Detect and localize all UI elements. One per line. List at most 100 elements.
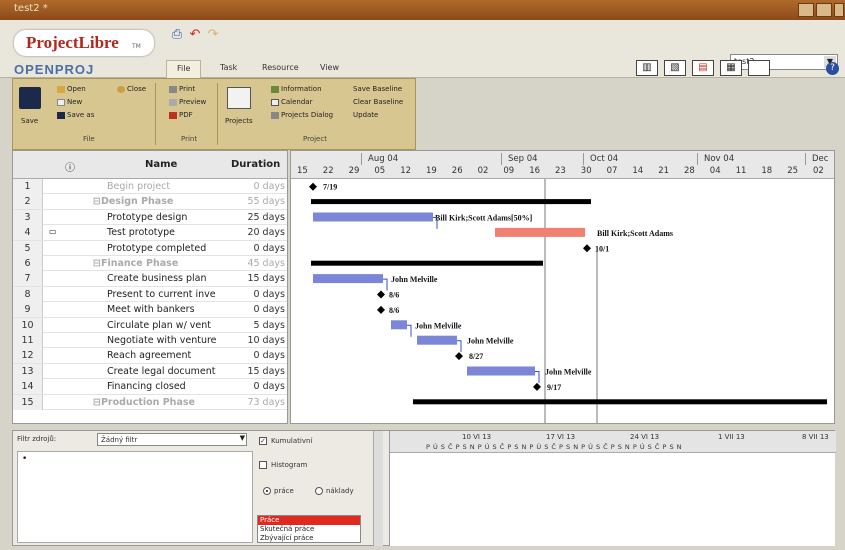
print-button[interactable]: Print [169, 85, 195, 93]
task-duration[interactable]: 0 days [227, 302, 286, 317]
milestone-diamond[interactable] [455, 352, 463, 361]
row-number[interactable]: 14 [13, 379, 43, 395]
undo-icon[interactable]: ↶ [188, 28, 202, 42]
save-as-button[interactable]: Save as [57, 111, 94, 119]
task-name[interactable]: Meet with bankers [93, 302, 223, 317]
table-row[interactable]: 11 Negotiate with venture 10 days [13, 333, 287, 349]
task-name[interactable]: Negotiate with venture [93, 333, 223, 348]
task-name[interactable]: ⊟Finance Phase [93, 256, 223, 271]
table-row[interactable]: 7 Create business plan 15 days [13, 271, 287, 287]
tab-file[interactable]: File [166, 60, 202, 78]
projects-icon[interactable] [227, 87, 251, 109]
task-name[interactable]: Test prototype [93, 225, 223, 240]
blank-view-icon[interactable] [748, 60, 770, 76]
task-bar[interactable] [313, 212, 433, 222]
list-item[interactable]: Zbývající práce [258, 534, 360, 542]
table-row[interactable]: 4 ▭ Test prototype 20 days [13, 225, 287, 241]
maximize-button[interactable] [816, 3, 832, 17]
row-number[interactable]: 11 [13, 333, 43, 348]
row-number[interactable]: 2 [13, 194, 43, 210]
task-name[interactable]: Create business plan [93, 271, 223, 286]
table-row[interactable]: 1 Begin project 0 days [13, 179, 287, 195]
panel-scrollbar[interactable] [373, 431, 383, 546]
new-button[interactable]: New [57, 98, 82, 106]
summary-bar[interactable] [311, 260, 543, 266]
row-number[interactable]: 7 [13, 271, 43, 287]
task-duration[interactable]: 20 days [227, 225, 285, 240]
row-number[interactable]: 4 [13, 225, 43, 241]
summary-bar[interactable] [413, 399, 827, 405]
histogram-view-icon[interactable]: ▥ [636, 60, 658, 76]
save-disk-icon[interactable] [19, 87, 41, 109]
pdf-button[interactable]: PDF [169, 111, 193, 119]
task-name[interactable]: Financing closed [93, 379, 223, 394]
table-row[interactable]: 10 Circulate plan w/ vent 5 days [13, 317, 287, 333]
chevron-down-icon[interactable]: ▼ [240, 434, 245, 442]
table-row[interactable]: 13 Create legal document 15 days [13, 363, 287, 380]
table-row[interactable]: 6 ⊟Finance Phase 45 days [13, 256, 287, 272]
task-duration[interactable]: 5 days [227, 318, 286, 333]
table-row[interactable]: 12 Reach agreement 0 days [13, 348, 287, 364]
task-duration[interactable]: 25 days [227, 210, 285, 225]
task-bar[interactable] [313, 274, 383, 284]
milestone-diamond[interactable] [377, 290, 385, 299]
project-select[interactable]: test2 ▼ [730, 54, 838, 70]
table-row[interactable]: 3 Prototype design 25 days [13, 209, 287, 226]
milestone-diamond[interactable] [377, 305, 385, 314]
summary-bar[interactable] [311, 199, 591, 205]
task-bar[interactable] [495, 227, 585, 237]
save-quick-icon[interactable]: ⎙ [170, 28, 184, 42]
task-duration[interactable]: 0 days [227, 179, 286, 194]
tab-task[interactable]: Task [210, 60, 247, 78]
task-duration[interactable]: 10 days [227, 333, 285, 348]
milestone-diamond[interactable] [583, 244, 591, 253]
field-list[interactable]: Práce Skutečná práce Zbývající práce [257, 515, 361, 543]
histogram-checkbox[interactable]: Histogram [259, 461, 307, 469]
table-row[interactable]: 14 Financing closed 0 days [13, 379, 287, 395]
task-duration[interactable]: 15 days [227, 271, 285, 286]
kumulativni-checkbox[interactable]: ✓ Kumulativní [259, 437, 312, 445]
filter-select[interactable]: Žádný filtr ▼ [97, 433, 247, 446]
row-number[interactable]: 9 [13, 302, 43, 318]
task-name[interactable]: ⊟Design Phase [93, 194, 223, 209]
update-button[interactable]: Update [353, 111, 378, 119]
task-bar[interactable] [417, 335, 457, 345]
task-duration[interactable]: 45 days [227, 256, 285, 271]
resource-list[interactable]: • [17, 451, 253, 543]
note-icon[interactable]: ▭ [49, 227, 57, 236]
clear-baseline-button[interactable]: Clear Baseline [353, 98, 403, 106]
task-name[interactable]: Reach agreement [93, 348, 223, 363]
table-row[interactable]: 15 ⊟Production Phase 73 days [13, 394, 287, 410]
task-name[interactable]: Create legal document [93, 364, 223, 379]
naklady-radio[interactable]: náklady [315, 487, 354, 495]
task-name[interactable]: Begin project [93, 179, 223, 194]
task-duration[interactable]: 0 days [227, 241, 286, 256]
list-item[interactable]: Práce [258, 516, 360, 525]
name-column-header[interactable]: Name [145, 159, 177, 170]
row-number[interactable]: 8 [13, 286, 43, 302]
row-number[interactable]: 15 [13, 394, 43, 410]
row-number[interactable]: 10 [13, 317, 43, 333]
projects-button[interactable]: Projects [225, 117, 253, 125]
duration-column-header[interactable]: Duration [231, 159, 280, 170]
row-number[interactable]: 3 [13, 209, 43, 225]
info-column-header[interactable]: ⓘ [65, 159, 75, 174]
row-number[interactable]: 1 [13, 179, 43, 194]
task-duration[interactable]: 0 days [227, 287, 286, 302]
redo-icon[interactable]: ↷ [206, 28, 220, 42]
task-name[interactable]: Prototype design [93, 210, 223, 225]
table-row[interactable]: 2 ⊟Design Phase 55 days [13, 194, 287, 210]
task-name[interactable]: Present to current inve [93, 287, 223, 302]
table-row[interactable]: 8 Present to current inve 0 days [13, 286, 287, 303]
tab-view[interactable]: View [310, 60, 349, 78]
task-bar[interactable] [391, 320, 407, 330]
gantt-canvas[interactable]: 7/19 Bill Kirk;Scott Adams[50%] Bill Kirk;… [291, 179, 835, 424]
close-window-button[interactable] [834, 3, 844, 17]
milestone-diamond[interactable] [533, 382, 541, 391]
table-row[interactable]: 9 Meet with bankers 0 days [13, 302, 287, 318]
save-baseline-button[interactable]: Save Baseline [353, 85, 402, 93]
close-button[interactable]: Close [117, 85, 146, 93]
row-number[interactable]: 6 [13, 256, 43, 271]
task-name[interactable]: ⊟Production Phase [93, 395, 223, 410]
calendar-button[interactable]: Calendar [271, 98, 312, 106]
